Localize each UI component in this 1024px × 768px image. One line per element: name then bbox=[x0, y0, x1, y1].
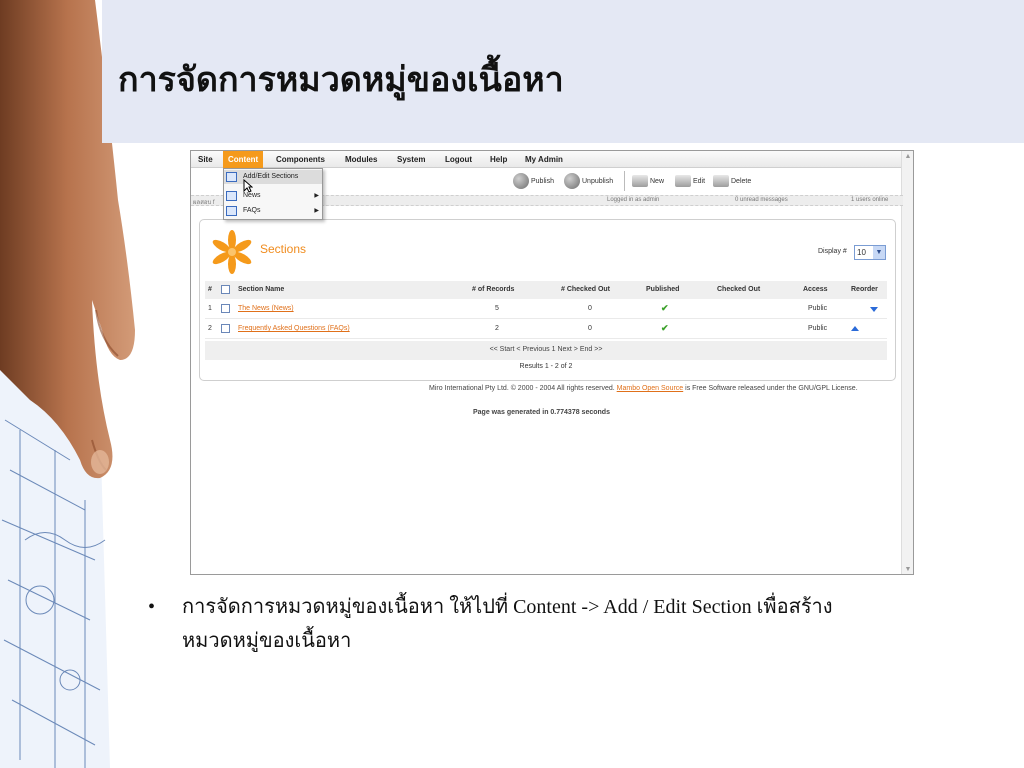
section-name-link[interactable]: The News (News) bbox=[238, 305, 294, 312]
new-folder-icon bbox=[632, 175, 648, 187]
publish-label: Publish bbox=[531, 177, 554, 185]
reorder-down-icon[interactable] bbox=[870, 307, 878, 312]
body-line-2: หมวดหมู่ของเนื้อหา bbox=[182, 630, 352, 652]
mambo-link[interactable]: Mambo Open Source bbox=[617, 385, 684, 392]
col-checked-out[interactable]: Checked Out bbox=[717, 286, 760, 293]
menu-system[interactable]: System bbox=[392, 151, 430, 168]
row-records: 2 bbox=[495, 325, 499, 332]
copyright-footer: Miro International Pty Ltd. © 2000 - 200… bbox=[429, 385, 858, 392]
table-row: 2 Frequently Asked Questions (FAQs) 2 0 … bbox=[205, 320, 887, 339]
select-all-checkbox[interactable] bbox=[221, 285, 230, 294]
sections-asterisk-icon bbox=[212, 230, 252, 274]
copyright-post: is Free Software released under the GNU/… bbox=[685, 385, 858, 392]
menu-my-admin[interactable]: My Admin bbox=[520, 151, 568, 168]
unpublish-button[interactable]: Unpublish bbox=[564, 171, 613, 191]
row-access[interactable]: Public bbox=[808, 325, 827, 332]
row-checked-out-count: 0 bbox=[588, 325, 592, 332]
menu-site[interactable]: Site bbox=[193, 151, 218, 168]
published-check-icon[interactable]: ✔ bbox=[661, 323, 669, 334]
content-dropdown-menu: Add/Edit Sections News ▶ FAQs ▶ bbox=[223, 168, 323, 220]
menu-item-faqs[interactable]: FAQs ▶ bbox=[224, 204, 322, 218]
menu-components[interactable]: Components bbox=[271, 151, 330, 168]
row-num: 2 bbox=[208, 325, 212, 332]
published-check-icon[interactable]: ✔ bbox=[661, 303, 669, 314]
row-access[interactable]: Public bbox=[808, 305, 827, 312]
new-label: New bbox=[650, 177, 665, 185]
row-checkbox[interactable] bbox=[221, 324, 230, 333]
edit-icon bbox=[675, 175, 691, 187]
list-icon bbox=[226, 206, 237, 216]
unpublish-label: Unpublish bbox=[582, 177, 614, 185]
sections-heading: Sections bbox=[260, 242, 307, 256]
delete-button[interactable]: Delete bbox=[713, 171, 751, 191]
menu-modules[interactable]: Modules bbox=[340, 151, 382, 168]
copyright-pre: Miro International Pty Ltd. © 2000 - 200… bbox=[429, 385, 615, 392]
submenu-arrow-icon: ▶ bbox=[314, 193, 319, 199]
vertical-scrollbar[interactable]: ▲ ▼ bbox=[901, 151, 913, 574]
menu-logout[interactable]: Logout bbox=[440, 151, 477, 168]
col-checked-out-count[interactable]: # Checked Out bbox=[561, 286, 610, 293]
col-access[interactable]: Access bbox=[803, 286, 828, 293]
table-header: # Section Name # of Records # Checked Ou… bbox=[205, 281, 887, 299]
menu-help[interactable]: Help bbox=[485, 151, 512, 168]
chevron-down-icon[interactable]: ▼ bbox=[873, 246, 885, 259]
table-row: 1 The News (News) 5 0 ✔ Public bbox=[205, 300, 887, 319]
row-num: 1 bbox=[208, 305, 212, 312]
display-count-select[interactable]: 10 ▼ bbox=[854, 245, 886, 260]
col-records[interactable]: # of Records bbox=[472, 286, 514, 293]
publish-icon bbox=[513, 173, 529, 189]
delete-label: Delete bbox=[731, 177, 752, 185]
menu-content[interactable]: Content bbox=[223, 151, 264, 168]
col-reorder[interactable]: Reorder bbox=[851, 286, 878, 293]
row-checkbox[interactable] bbox=[221, 304, 230, 313]
admin-menubar: Site Content Components Modules System L… bbox=[191, 151, 903, 168]
generation-time: Page was generated in 0.774378 seconds bbox=[473, 409, 610, 416]
section-name-link[interactable]: Frequently Asked Questions (FAQs) bbox=[238, 325, 350, 332]
status-users-online: 1 users online bbox=[851, 197, 889, 203]
row-records: 5 bbox=[495, 305, 499, 312]
status-left: ผลสอบ f bbox=[193, 200, 215, 206]
row-checked-out-count: 0 bbox=[588, 305, 592, 312]
pagination-bar: << Start < Previous 1 Next > End >> bbox=[205, 341, 887, 360]
edit-button[interactable]: Edit bbox=[675, 171, 705, 191]
submenu-arrow-icon: ▶ bbox=[314, 208, 319, 214]
new-button[interactable]: New bbox=[632, 171, 664, 191]
display-label: Display # bbox=[818, 248, 847, 255]
menu-item-add-edit-sections[interactable]: Add/Edit Sections bbox=[224, 170, 322, 184]
display-count-value: 10 bbox=[857, 248, 866, 257]
scroll-down-icon[interactable]: ▼ bbox=[904, 566, 912, 574]
publish-button[interactable]: Publish bbox=[513, 171, 554, 191]
unpublish-icon bbox=[564, 173, 580, 189]
list-icon bbox=[226, 191, 237, 201]
bullet-icon: • bbox=[148, 596, 156, 618]
col-section-name[interactable]: Section Name bbox=[238, 286, 284, 293]
menu-item-label: FAQs bbox=[243, 207, 261, 214]
status-logged-in: Logged in as admin bbox=[607, 197, 660, 203]
edit-label: Edit bbox=[693, 177, 706, 185]
col-num: # bbox=[208, 286, 212, 293]
menu-item-news[interactable]: News ▶ bbox=[224, 189, 322, 203]
pagination-links[interactable]: << Start < Previous 1 Next > End >> bbox=[205, 346, 887, 353]
toolbar-separator bbox=[624, 171, 625, 191]
col-published[interactable]: Published bbox=[646, 286, 679, 293]
results-line: Results 1 - 2 of 2 bbox=[205, 363, 887, 375]
mouse-pointer-icon bbox=[243, 179, 253, 193]
sections-window-icon bbox=[226, 172, 237, 182]
trash-icon bbox=[713, 175, 729, 187]
slide-title: การจัดการหมวดหมู่ของเนื้อหา bbox=[118, 62, 564, 99]
body-line-1: การจัดการหมวดหมู่ของเนื้อหา ให้ไปที่ Con… bbox=[182, 596, 833, 618]
results-count: Results 1 - 2 of 2 bbox=[519, 363, 573, 370]
reorder-up-icon[interactable] bbox=[851, 326, 859, 331]
scroll-up-icon[interactable]: ▲ bbox=[904, 153, 912, 161]
status-messages: 0 unread messages bbox=[735, 197, 788, 203]
admin-screenshot: Site Content Components Modules System L… bbox=[190, 150, 914, 575]
